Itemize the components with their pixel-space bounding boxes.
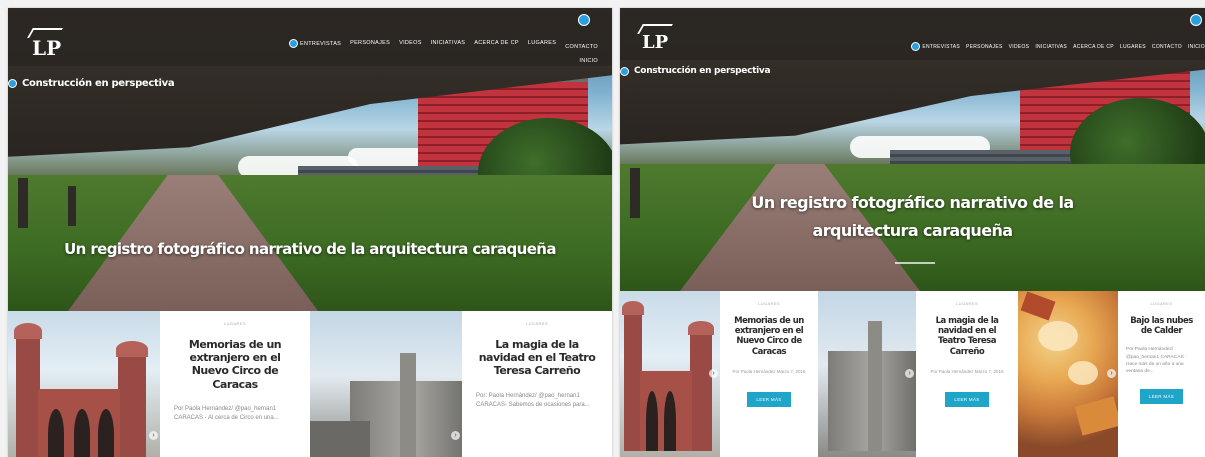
pencil-icon (620, 66, 629, 76)
wide-screenshot: LP Entrevistas Personajes Videos Iniciat… (620, 8, 1205, 457)
nav-item-iniciativas[interactable]: Iniciativas (1035, 44, 1067, 50)
post-card-teatro: LUGARES La magia de la navidad en el Tea… (916, 291, 1018, 457)
post-title[interactable]: Memorias de un extranjero en el Nuevo Ci… (730, 316, 808, 357)
post-excerpt: Por Paola Hernández/ @pao_hernan1 CARACA… (174, 405, 279, 421)
post-card-teatro: LUGARES La magia de la navidad en el Tea… (462, 311, 612, 457)
hero-tagline-line2: arquitectura caraqueña (812, 221, 1014, 240)
hero-banner: LP Entrevistas Personajes Videos Iniciat… (8, 8, 612, 311)
pencil-icon (8, 79, 17, 88)
post-excerpt: Por Paola Hernández/ @pao_hernan1 CARACA… (1126, 347, 1187, 374)
post-card-nuevo-circo: LUGARES Memorias de un extranjero en el … (720, 291, 818, 457)
next-arrow-icon[interactable]: › (1107, 369, 1116, 378)
post-image-nuevo-circo[interactable]: › (8, 311, 160, 457)
post-image-nuevo-circo[interactable]: › (620, 291, 720, 457)
site-tagline-link[interactable]: Construcción en perspectiva (620, 66, 771, 76)
share-icon[interactable] (578, 14, 590, 26)
featured-posts: › LUGARES Memorias de un extranjero en e… (620, 291, 1205, 457)
hero-tagline-line1: Un registro fotográfico narrativo de la (751, 193, 1074, 212)
header-bar (620, 8, 1205, 60)
tagline-underline (895, 262, 935, 264)
post-byline: Por Paola Hernández Marzo 7, 2016 (930, 368, 1004, 374)
post-category: LUGARES (224, 321, 246, 326)
pillar (68, 186, 76, 226)
nav-item-inicio[interactable]: Inicio (1188, 44, 1205, 50)
next-arrow-icon[interactable]: › (451, 431, 460, 440)
post-excerpt: Por: Paola Hernández/ @pao_hernan1 CARAC… (476, 392, 590, 408)
nav-item-personajes[interactable]: Personajes (350, 40, 390, 46)
pencil-icon (289, 38, 299, 48)
site-tagline-link[interactable]: Construcción en perspectiva (8, 78, 175, 89)
nav-item-lugares[interactable]: Lugares (528, 40, 556, 46)
main-nav: Entrevistas Personajes Videos Iniciativa… (850, 42, 1205, 51)
next-arrow-icon[interactable]: › (709, 369, 718, 378)
nav-item-iniciativas[interactable]: Iniciativas (431, 40, 466, 46)
post-image-teatro[interactable]: › (818, 291, 916, 457)
nav-item-lugares[interactable]: Lugares (1120, 44, 1146, 50)
next-arrow-icon[interactable]: › (149, 431, 158, 440)
site-logo[interactable]: LP (27, 28, 63, 60)
nav-item-inicio[interactable]: Inicio (579, 58, 598, 64)
post-card-nuevo-circo: LUGARES Memorias de un extranjero en el … (160, 311, 310, 457)
post-byline: Por Paola Hernández Marzo 7, 2016 (732, 368, 806, 374)
post-category: LUGARES (758, 301, 780, 306)
nav-item-videos[interactable]: Videos (1009, 44, 1030, 50)
post-image-calder[interactable]: › (1018, 291, 1118, 457)
nav-item-contacto[interactable]: Contacto (565, 44, 598, 50)
nav-item-contacto[interactable]: Contacto (1152, 44, 1182, 50)
post-title[interactable]: Memorias de un extranjero en el Nuevo Ci… (174, 338, 296, 391)
nav-item-acerca[interactable]: Acerca de CP (1073, 44, 1114, 50)
nav-item-acerca[interactable]: Acerca de CP (474, 40, 519, 46)
comparison-stage: LP Entrevistas Personajes Videos Iniciat… (0, 0, 1205, 457)
desktop-screenshot: LP Entrevistas Personajes Videos Iniciat… (8, 8, 612, 457)
share-icon[interactable] (1190, 14, 1202, 26)
main-nav: Entrevistas Personajes Videos Iniciativa… (268, 36, 598, 64)
pillar (18, 178, 28, 228)
pencil-icon (911, 42, 921, 51)
nav-item-entrevistas[interactable]: Entrevistas (289, 38, 341, 48)
nav-item-entrevistas[interactable]: Entrevistas (911, 42, 960, 51)
post-category: LUGARES (956, 301, 978, 306)
read-more-button[interactable]: LEER MÁS (1139, 389, 1184, 405)
next-arrow-icon[interactable]: › (905, 369, 914, 378)
post-image-teatro[interactable]: › (310, 311, 462, 457)
hero-tagline: Un registro fotográfico narrativo de la … (64, 240, 556, 258)
post-title[interactable]: La magia de la navidad en el Teatro Tere… (926, 316, 1008, 357)
post-title[interactable]: La magia de la navidad en el Teatro Tere… (476, 338, 598, 378)
read-more-button[interactable]: LEER MÁS (945, 391, 989, 407)
hero-banner: LP Entrevistas Personajes Videos Iniciat… (620, 8, 1205, 291)
post-card-calder: LUGARES Bajo las nubes de Calder Por Pao… (1118, 291, 1205, 457)
site-logo[interactable]: LP (637, 24, 673, 53)
post-category: LUGARES (526, 321, 548, 326)
post-title[interactable]: Bajo las nubes de Calder (1126, 316, 1197, 336)
nav-item-personajes[interactable]: Personajes (966, 44, 1003, 50)
read-more-button[interactable]: LEER MÁS (747, 391, 791, 407)
featured-posts: › LUGARES Memorias de un extranjero en e… (8, 311, 612, 457)
cloud (348, 148, 428, 166)
nav-item-videos[interactable]: Videos (399, 40, 422, 46)
post-category: LUGARES (1150, 301, 1173, 306)
